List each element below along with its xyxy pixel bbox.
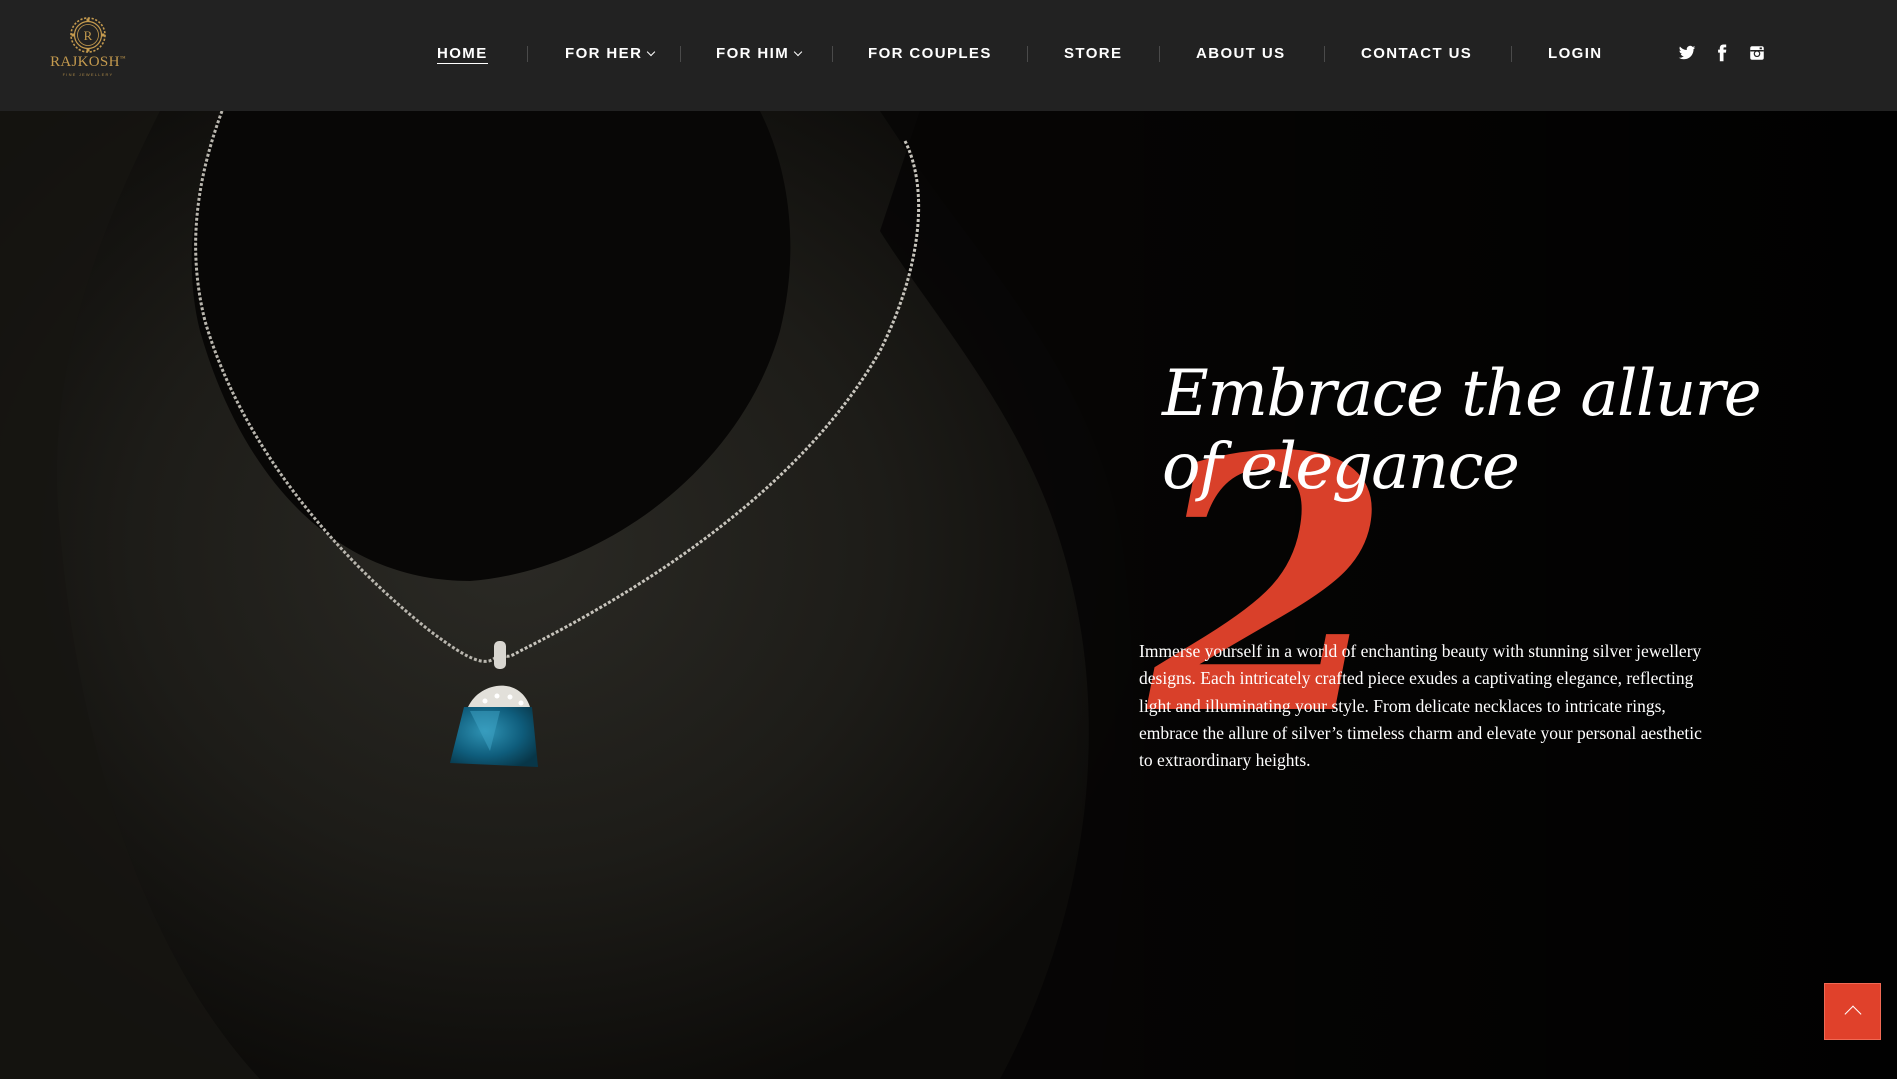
scroll-to-top-button[interactable] — [1824, 983, 1881, 1040]
hero-description: Immerse yourself in a world of enchantin… — [1139, 641, 1702, 771]
necklace-display-image — [0, 111, 1897, 1079]
hero-title: Embrace the allure of elegance — [1162, 358, 1782, 504]
facebook-icon[interactable] — [1713, 44, 1731, 62]
nav-store[interactable]: STORE — [1064, 45, 1122, 63]
nav-home[interactable]: HOME — [437, 45, 488, 64]
hero-title-line2: of elegance — [1162, 430, 1520, 504]
nav-for-him[interactable]: FOR HIM — [716, 45, 803, 63]
nav-divider — [680, 46, 681, 62]
nav-home-label: HOME — [437, 45, 488, 64]
nav-divider — [1027, 46, 1028, 62]
nav-for-him-label: FOR HIM — [716, 45, 790, 62]
chevron-down-icon — [793, 47, 803, 57]
nav-login[interactable]: LOGIN — [1548, 45, 1603, 63]
nav-contact-us[interactable]: CONTACT US — [1361, 45, 1472, 63]
nav-for-couples-label: FOR COUPLES — [868, 45, 992, 62]
nav-divider — [1511, 46, 1512, 62]
page: R RAJKOSH™ FINE JEWELLERY HOME FOR HER F… — [0, 0, 1897, 1079]
nav-for-her-label: FOR HER — [565, 45, 643, 62]
hero-title-line1: Embrace the allure — [1162, 357, 1762, 431]
hero-slider: 2 Embrace the allure of elegance Immerse… — [0, 111, 1897, 1079]
instagram-icon[interactable] — [1748, 44, 1766, 62]
main-nav: HOME FOR HER FOR HIM FOR COUPLES STORE A… — [0, 0, 1897, 111]
nav-contact-us-label: CONTACT US — [1361, 45, 1473, 62]
twitter-icon[interactable] — [1678, 44, 1696, 62]
nav-divider — [1159, 46, 1160, 62]
site-header: R RAJKOSH™ FINE JEWELLERY HOME FOR HER F… — [0, 0, 1897, 111]
nav-about-us[interactable]: ABOUT US — [1196, 45, 1286, 63]
nav-divider — [832, 46, 833, 62]
nav-about-us-label: ABOUT US — [1196, 45, 1286, 62]
nav-for-couples[interactable]: FOR COUPLES — [868, 45, 992, 63]
nav-store-label: STORE — [1064, 45, 1123, 62]
chevron-up-icon — [1844, 1005, 1862, 1023]
nav-for-her[interactable]: FOR HER — [565, 45, 656, 63]
nav-divider — [527, 46, 528, 62]
nav-login-label: LOGIN — [1548, 45, 1603, 62]
chevron-down-icon — [647, 47, 656, 57]
nav-divider — [1324, 46, 1325, 62]
